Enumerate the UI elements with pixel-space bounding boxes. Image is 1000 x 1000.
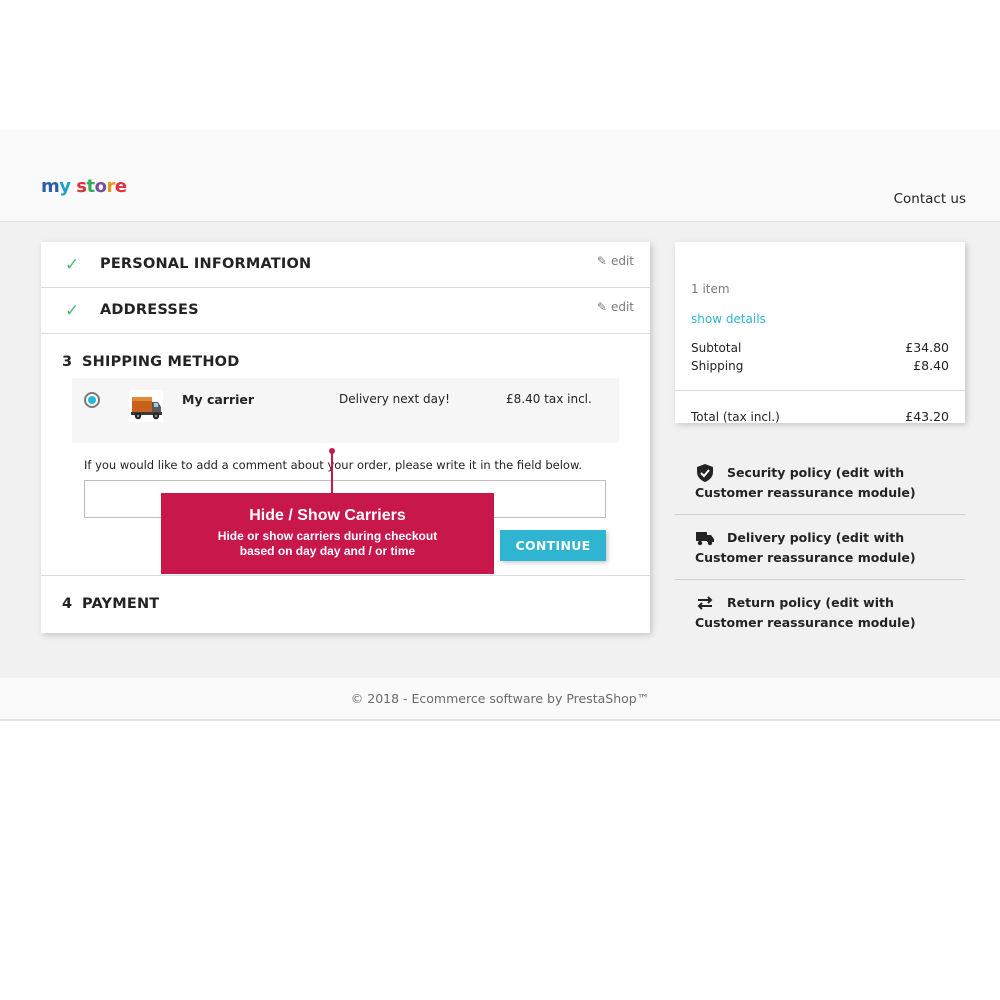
contact-us-link[interactable]: Contact us <box>894 191 966 207</box>
step-payment: 4 PAYMENT <box>41 576 650 633</box>
step-title: SHIPPING METHOD <box>82 354 240 370</box>
shipping-value: £8.40 <box>913 358 949 373</box>
step-number: 4 <box>62 596 73 612</box>
check-icon: ✓ <box>65 301 80 321</box>
store-logo[interactable]: my store <box>41 176 127 197</box>
logo-letter: s <box>76 176 87 197</box>
main-content: ✓ PERSONAL INFORMATION ✎ edit ✓ ADDRESSES… <box>0 222 1000 678</box>
continue-button[interactable]: CONTINUE <box>500 530 606 561</box>
logo-letter: o <box>94 176 107 197</box>
carrier-name: My carrier <box>182 392 255 407</box>
step-title: PERSONAL INFORMATION <box>100 256 312 272</box>
logo-letter: t <box>86 176 96 197</box>
reassurance-divider <box>675 579 965 580</box>
site-header: my store Contact us <box>0 130 1000 222</box>
total-label: Total (tax incl.) <box>691 410 780 424</box>
reassurance-divider <box>675 514 965 515</box>
carrier-delay: Delivery next day! <box>339 392 450 406</box>
step-personal-information[interactable]: ✓ PERSONAL INFORMATION ✎ edit <box>41 242 650 288</box>
edit-personal-information-link[interactable]: ✎ edit <box>597 254 634 268</box>
site-footer: © 2018 - Ecommerce software by PrestaSho… <box>0 678 1000 721</box>
reassurance-text: Delivery policy (edit with Customer reas… <box>695 530 916 565</box>
callout-subtitle: Hide or show carriers during checkout ba… <box>217 529 438 558</box>
carrier-radio[interactable] <box>84 392 100 408</box>
logo-letter: e <box>114 176 127 197</box>
logo-letter: y <box>59 176 71 197</box>
show-details-link[interactable]: show details <box>691 312 766 326</box>
checkout-steps: ✓ PERSONAL INFORMATION ✎ edit ✓ ADDRESSES… <box>41 242 650 633</box>
step-title: PAYMENT <box>82 596 160 612</box>
summary-divider <box>675 390 965 391</box>
pencil-icon: ✎ <box>596 300 607 314</box>
reassurance-text: Return policy (edit with Customer reassu… <box>695 595 916 630</box>
step-addresses[interactable]: ✓ ADDRESSES ✎ edit <box>41 288 650 334</box>
check-icon: ✓ <box>65 255 80 275</box>
pencil-icon: ✎ <box>596 254 607 268</box>
logo-letter: r <box>106 176 115 197</box>
callout-title: Hide / Show Carriers <box>249 507 406 524</box>
carrier-truck-icon <box>129 390 163 422</box>
items-count: 1 item <box>691 282 730 296</box>
cart-summary: 1 item show details Subtotal £34.80 Ship… <box>675 242 965 424</box>
logo-letter: m <box>41 176 60 197</box>
reassurance-text: Security policy (edit with Customer reas… <box>695 465 916 500</box>
shipping-label: Shipping <box>691 359 744 373</box>
subtotal-label: Subtotal <box>691 341 742 355</box>
carrier-option-row[interactable]: My carrier Delivery next day! £8.40 tax … <box>72 378 619 443</box>
callout-pointer-line <box>331 452 333 493</box>
total-value: £43.20 <box>905 409 949 424</box>
step-number: 3 <box>62 354 73 370</box>
feature-callout: Hide / Show Carriers Hide or show carrie… <box>161 493 494 574</box>
footer-copyright[interactable]: © 2018 - Ecommerce software by PrestaSho… <box>0 691 1000 706</box>
subtotal-value: £34.80 <box>905 340 949 355</box>
edit-addresses-link[interactable]: ✎ edit <box>597 300 634 314</box>
step-title: ADDRESSES <box>100 302 199 318</box>
carrier-price: £8.40 tax incl. <box>506 392 592 406</box>
